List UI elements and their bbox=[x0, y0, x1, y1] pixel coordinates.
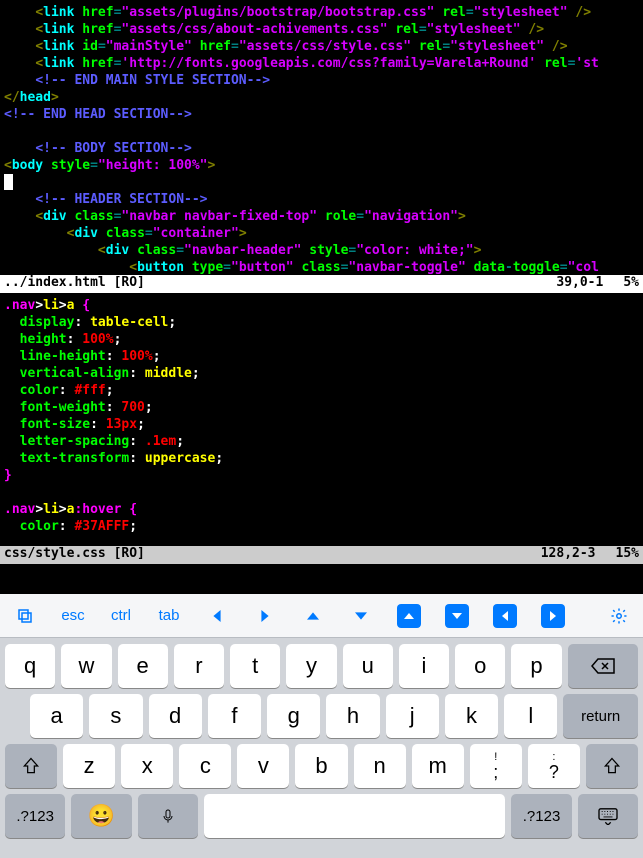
code-line: vertical-align: middle; bbox=[0, 365, 643, 382]
arrow-up-icon[interactable] bbox=[298, 610, 328, 622]
code-line: <body style="height: 100%"> bbox=[0, 157, 643, 174]
arrow-left-icon[interactable] bbox=[202, 610, 232, 622]
key-y[interactable]: y bbox=[286, 644, 336, 688]
key-e[interactable]: e bbox=[118, 644, 168, 688]
code-line: <!-- END MAIN STYLE SECTION--> bbox=[0, 72, 643, 89]
key-k[interactable]: k bbox=[445, 694, 498, 738]
code-line: <div class="navbar navbar-fixed-top" rol… bbox=[0, 208, 643, 225]
key-i[interactable]: i bbox=[399, 644, 449, 688]
code-line: letter-spacing: .1em; bbox=[0, 433, 643, 450]
status-pos-1: 39,0-1 bbox=[556, 275, 603, 293]
code-line: <link id="mainStyle" href="assets/css/st… bbox=[0, 38, 643, 55]
code-line: <!-- END HEAD SECTION--> bbox=[0, 106, 643, 123]
code-line: <link href='http://fonts.googleapis.com/… bbox=[0, 55, 643, 72]
numkey-right[interactable]: .?123 bbox=[511, 794, 571, 838]
key-l[interactable]: l bbox=[504, 694, 557, 738]
key-row-3: zxcvbnm!;:? bbox=[0, 738, 643, 788]
emoji-key[interactable]: 😀 bbox=[71, 794, 131, 838]
code-line: color: #37AFFF; bbox=[0, 518, 643, 535]
code-line: <link href="assets/css/about-achivements… bbox=[0, 21, 643, 38]
key-h[interactable]: h bbox=[326, 694, 379, 738]
ctrl-key[interactable]: ctrl bbox=[106, 607, 136, 624]
status-file-1: ../index.html [RO] bbox=[4, 275, 556, 293]
end-icon[interactable] bbox=[538, 604, 568, 628]
key-j[interactable]: j bbox=[386, 694, 439, 738]
code-line: .nav>li>a { bbox=[0, 297, 643, 314]
code-line: .nav>li>a:hover { bbox=[0, 501, 643, 518]
key-q[interactable]: q bbox=[5, 644, 55, 688]
key-row-1: qwertyuiop bbox=[0, 638, 643, 688]
arrow-right-icon[interactable] bbox=[250, 610, 280, 622]
code-line: </head> bbox=[0, 89, 643, 106]
numkey-left[interactable]: .?123 bbox=[5, 794, 65, 838]
editor-pane-css[interactable]: .nav>li>a { display: table-cell; height:… bbox=[0, 293, 643, 546]
code-line: color: #fff; bbox=[0, 382, 643, 399]
code-line: <div class="navbar-header" style="color:… bbox=[0, 242, 643, 259]
status-file-2: css/style.css [RO] bbox=[4, 546, 541, 564]
key-row-2: asdfghjklreturn bbox=[0, 688, 643, 738]
code-line: font-size: 13px; bbox=[0, 416, 643, 433]
key-m[interactable]: m bbox=[412, 744, 464, 788]
key-row-4: .?123 😀 .?123 bbox=[0, 788, 643, 844]
status-pct-1: 5% bbox=[623, 275, 639, 293]
code-line: line-height: 100%; bbox=[0, 348, 643, 365]
command-line[interactable] bbox=[0, 564, 643, 594]
backspace-key[interactable] bbox=[568, 644, 638, 688]
mic-key[interactable] bbox=[138, 794, 198, 838]
code-line: <div class="container"> bbox=[0, 225, 643, 242]
page-up-icon[interactable] bbox=[394, 604, 424, 628]
key-;[interactable]: !; bbox=[470, 744, 522, 788]
code-line: font-weight: 700; bbox=[0, 399, 643, 416]
key-s[interactable]: s bbox=[89, 694, 142, 738]
key-a[interactable]: a bbox=[30, 694, 83, 738]
key-b[interactable]: b bbox=[295, 744, 347, 788]
status-bar-1: ../index.html [RO] 39,0-1 5% bbox=[0, 275, 643, 293]
esc-key[interactable]: esc bbox=[58, 607, 88, 624]
key-?[interactable]: :? bbox=[528, 744, 580, 788]
key-f[interactable]: f bbox=[208, 694, 261, 738]
space-key[interactable] bbox=[204, 794, 506, 838]
key-u[interactable]: u bbox=[343, 644, 393, 688]
shift-key-left[interactable] bbox=[5, 744, 57, 788]
status-pos-2: 128,2-3 bbox=[541, 546, 596, 564]
code-line: <!-- HEADER SECTION--> bbox=[0, 191, 643, 208]
code-line: <!-- BODY SECTION--> bbox=[0, 140, 643, 157]
code-line: <button type="button" class="navbar-togg… bbox=[0, 259, 643, 275]
arrow-down-icon[interactable] bbox=[346, 610, 376, 622]
key-r[interactable]: r bbox=[174, 644, 224, 688]
code-line bbox=[0, 174, 643, 191]
home-icon[interactable] bbox=[490, 604, 520, 628]
code-line: height: 100%; bbox=[0, 331, 643, 348]
code-line bbox=[0, 484, 643, 501]
key-x[interactable]: x bbox=[121, 744, 173, 788]
code-line: <link href="assets/plugins/bootstrap/boo… bbox=[0, 4, 643, 21]
virtual-keyboard: esc ctrl tab qwertyuiop asdfghjklreturn … bbox=[0, 594, 643, 858]
return-key[interactable]: return bbox=[563, 694, 638, 738]
key-n[interactable]: n bbox=[354, 744, 406, 788]
key-z[interactable]: z bbox=[63, 744, 115, 788]
status-pct-2: 15% bbox=[616, 546, 639, 564]
key-p[interactable]: p bbox=[511, 644, 561, 688]
code-line bbox=[0, 123, 643, 140]
tab-key[interactable]: tab bbox=[154, 607, 184, 624]
page-down-icon[interactable] bbox=[442, 604, 472, 628]
dismiss-keyboard-key[interactable] bbox=[578, 794, 638, 838]
key-o[interactable]: o bbox=[455, 644, 505, 688]
key-v[interactable]: v bbox=[237, 744, 289, 788]
key-t[interactable]: t bbox=[230, 644, 280, 688]
code-line: } bbox=[0, 467, 643, 484]
gear-icon[interactable] bbox=[604, 607, 634, 625]
status-bar-2: css/style.css [RO] 128,2-3 15% bbox=[0, 546, 643, 564]
clipboard-icon[interactable] bbox=[10, 607, 40, 625]
code-line: display: table-cell; bbox=[0, 314, 643, 331]
editor-pane-html[interactable]: <link href="assets/plugins/bootstrap/boo… bbox=[0, 0, 643, 275]
shift-key-right[interactable] bbox=[586, 744, 638, 788]
key-d[interactable]: d bbox=[149, 694, 202, 738]
keyboard-toolbar: esc ctrl tab bbox=[0, 594, 643, 638]
key-c[interactable]: c bbox=[179, 744, 231, 788]
key-g[interactable]: g bbox=[267, 694, 320, 738]
key-w[interactable]: w bbox=[61, 644, 111, 688]
code-line: text-transform: uppercase; bbox=[0, 450, 643, 467]
